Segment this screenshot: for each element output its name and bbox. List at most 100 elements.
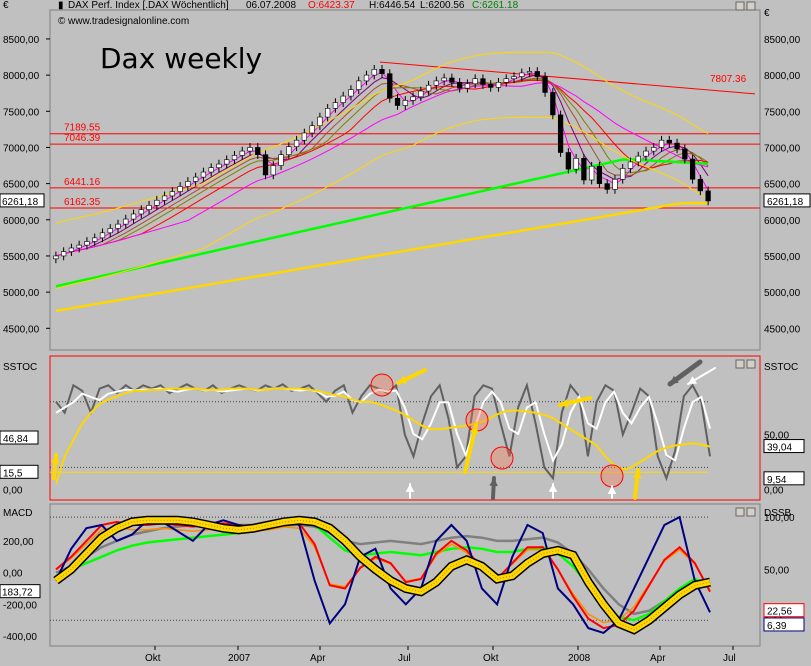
candle [99,232,106,239]
candle [123,218,129,225]
candle [115,223,121,229]
candle [231,155,238,161]
chart-title: Dax weekly [100,42,262,75]
y-tick-label-right: 8000,00 [764,71,801,82]
current-value-left: 6261,18 [2,197,39,208]
candle [565,152,571,170]
candle [464,83,471,89]
candle [293,139,300,148]
close-value: C:6261.18 [472,0,519,11]
candle [589,165,595,181]
candle [689,158,696,180]
candle [84,241,90,246]
candle [177,186,183,192]
candle [247,147,253,152]
y-tick-label-right: 4500,00 [764,324,801,335]
candle [255,147,261,155]
candle [146,205,152,210]
candle [138,209,144,215]
annotation-circle [370,373,394,397]
open-value: O:6423.37 [308,0,355,11]
candle [193,176,199,182]
y-tick-label: 5000,00 [3,288,40,299]
candle [542,76,548,93]
annotation-circle [490,446,514,470]
candle [356,80,362,90]
x-tick-label: Okt [483,653,499,664]
copyright-icon: © [58,16,66,27]
credit-label: www.tradesignalonline.com [67,16,189,27]
dax-weekly-chart: € € ▮ DAX Perf. Index [.DAX Wöchentlich]… [0,0,811,666]
sstoc-title: SSTOC [3,362,37,373]
candle [503,78,509,83]
stoc-right-value: 39,04 [767,443,792,454]
candle [325,108,331,118]
macd-left-label: -400,00 [3,632,37,643]
stoc-left-label: 15,5 [3,468,23,479]
currency-label: € [3,0,9,11]
dssb-value: 22,56 [767,607,792,618]
candle [488,84,494,88]
macd-left-label: -200,00 [3,600,37,611]
x-tick-label: 2007 [228,653,251,664]
candle [651,147,657,152]
macd-value: 183,72 [2,588,33,599]
level-label: 6441.16 [64,177,101,188]
candle [402,100,408,106]
macd-title: MACD [3,508,32,519]
candle [457,82,463,89]
candle [526,71,533,74]
candle [317,116,323,127]
candle [387,73,393,99]
trendline-label: 7807.36 [710,74,747,85]
candle [480,78,486,85]
macd-left-label: 0,00 [3,569,23,580]
candle [61,251,67,257]
level-label: 7189.55 [64,123,101,134]
y-tick-label: 5500,00 [3,252,40,263]
candle [612,178,618,190]
y-tick-label: 8500,00 [3,35,40,46]
chart-window: € € ▮ DAX Perf. Index [.DAX Wöchentlich]… [0,0,811,666]
candle [604,183,610,190]
candle [581,157,587,181]
y-tick-label-right: 5000,00 [764,288,801,299]
candle [216,163,222,169]
candle [519,72,525,77]
candle [596,165,603,184]
candle [53,255,59,260]
macd-left-label: 200,00 [3,537,34,548]
candle [363,74,370,82]
stoc-right-label: 0,00 [764,485,784,496]
candle [410,96,416,101]
candle [666,139,672,144]
candle [472,78,478,85]
candle [674,142,680,150]
candle [573,157,579,170]
x-tick-label: Jul [398,653,411,664]
currency-label-right: € [764,8,770,19]
candle [200,171,207,178]
candle [208,167,214,173]
candle [224,159,230,165]
candle [697,178,703,192]
candle [635,155,641,163]
candle [643,150,649,157]
candle [425,84,432,92]
candle [239,150,245,156]
candle [301,132,307,141]
candle [270,165,276,176]
candle [620,168,626,180]
level-label: 7046.39 [64,133,101,144]
candle [433,80,439,86]
candle [348,89,354,97]
x-tick-label: Apr [650,653,666,664]
y-tick-label: 6000,00 [3,216,40,227]
dssb-value: 6,39 [767,621,787,632]
candle [418,90,424,98]
date-label: 06.07.2008 [246,0,296,11]
candle [441,77,447,82]
candle [371,69,377,76]
y-tick-label: 6500,00 [3,180,40,191]
y-tick-label-right: 7500,00 [764,107,801,118]
